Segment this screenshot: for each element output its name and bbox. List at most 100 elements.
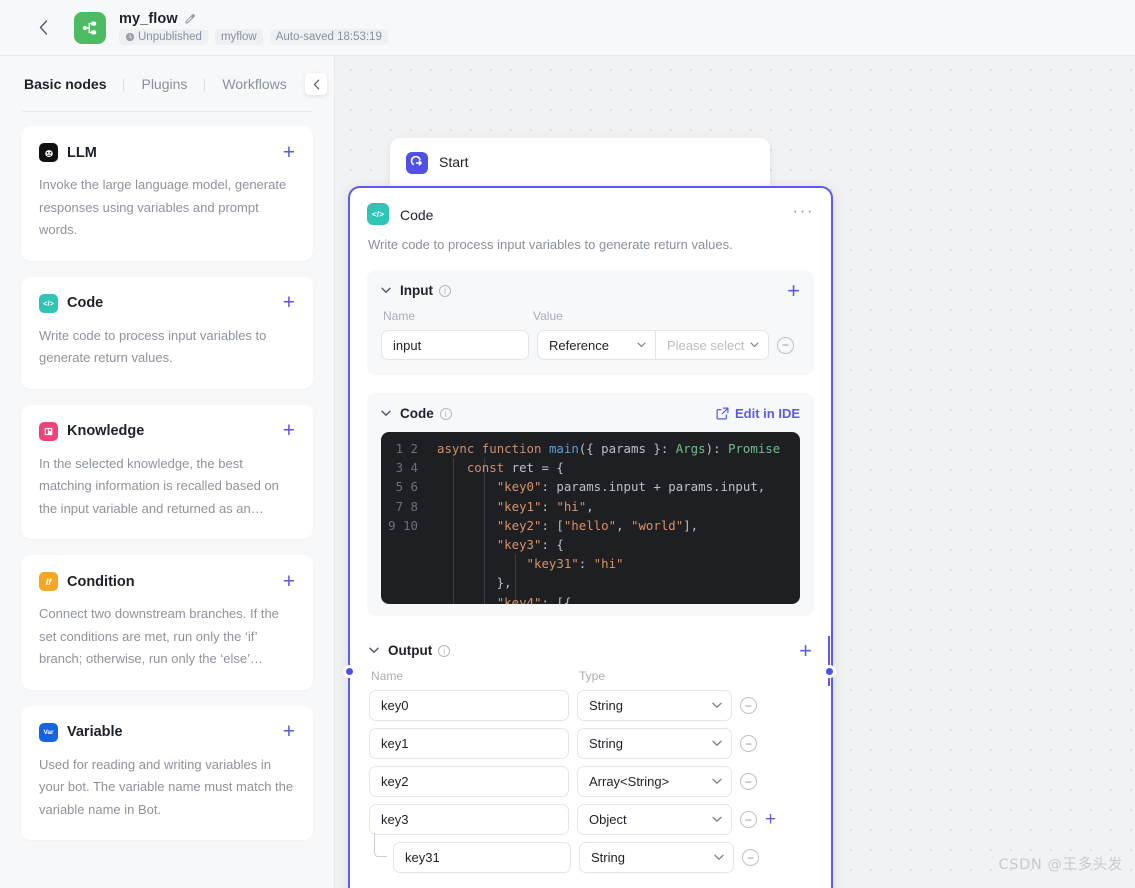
nested-tree-branch-icon xyxy=(374,833,387,857)
flow-meta: my_flow Unpublished myflow Auto-saved 18… xyxy=(119,11,388,45)
flow-title: my_flow xyxy=(119,10,178,27)
input-section-header: Input i + xyxy=(381,279,800,301)
code-node-more-button[interactable]: ··· xyxy=(793,202,814,222)
remove-output-row-button[interactable]: − xyxy=(740,811,757,828)
code-editor[interactable]: 1 2 3 4 5 6 7 8 9 10 async function main… xyxy=(381,432,800,604)
condition-icon: If xyxy=(39,572,58,591)
node-card-header: If Condition + xyxy=(39,571,295,592)
output-row: key3 Object − + xyxy=(369,804,812,835)
add-node-button[interactable]: + xyxy=(283,721,295,742)
node-card-title: Condition xyxy=(67,573,135,590)
workflow-canvas[interactable]: Start </> Code ··· Write code to process… xyxy=(335,56,1135,888)
input-col-value: Value xyxy=(533,309,563,323)
remove-output-row-button[interactable]: − xyxy=(740,735,757,752)
output-row: key0 String − xyxy=(369,690,812,721)
node-card-llm[interactable]: LLM + Invoke the large language model, g… xyxy=(21,126,313,261)
code-node[interactable]: </> Code ··· Write code to process input… xyxy=(348,186,833,888)
output-type-label: String xyxy=(589,698,623,713)
input-value-reference-placeholder: Please select xyxy=(667,337,745,353)
output-row-nested: key31 String − xyxy=(369,833,812,873)
output-name-field[interactable]: key1 xyxy=(369,728,569,759)
chevron-left-icon xyxy=(39,20,47,35)
node-card-title: Variable xyxy=(67,724,123,740)
tab-divider xyxy=(123,77,125,91)
chevron-left-icon xyxy=(313,79,319,89)
output-type-select[interactable]: Array<String> xyxy=(577,766,732,797)
chevron-down-icon[interactable] xyxy=(381,287,392,294)
node-card-description: Connect two downstream branches. If the … xyxy=(39,606,279,666)
input-value-mode-select[interactable]: Reference xyxy=(538,331,656,359)
tab-workflows[interactable]: Workflows xyxy=(220,76,288,92)
node-card-description: In the selected knowledge, the best matc… xyxy=(39,455,279,516)
add-node-button[interactable]: + xyxy=(283,292,295,313)
start-node-title: Start xyxy=(439,154,469,170)
input-value-reference-select[interactable]: Please select xyxy=(656,331,768,359)
node-card-header: LLM + xyxy=(39,142,295,163)
workflow-editor-app: my_flow Unpublished myflow Auto-saved 18… xyxy=(0,0,1135,888)
node-card-description: Used for reading and writing variables i… xyxy=(39,756,294,817)
chevron-down-icon[interactable] xyxy=(381,410,392,417)
add-node-button[interactable]: + xyxy=(283,142,295,163)
add-output-button[interactable]: + xyxy=(799,639,812,661)
output-section-header: Output i + xyxy=(369,639,812,661)
start-arrow-icon xyxy=(410,156,423,166)
tab-basic-nodes[interactable]: Basic nodes xyxy=(22,76,108,92)
output-name-field[interactable]: key2 xyxy=(369,766,569,797)
llm-face-icon xyxy=(44,149,53,157)
node-card-description: Invoke the large language model, generat… xyxy=(39,177,287,237)
node-card-knowledge[interactable]: Knowledge + In the selected knowledge, t… xyxy=(21,404,313,539)
add-node-button[interactable]: + xyxy=(283,571,295,592)
add-input-button[interactable]: + xyxy=(787,279,800,301)
output-type-select[interactable]: String xyxy=(579,842,734,873)
chevron-down-icon xyxy=(750,342,759,348)
remove-output-row-button[interactable]: − xyxy=(740,697,757,714)
output-type-select[interactable]: String xyxy=(577,728,732,759)
input-col-name: Name xyxy=(383,309,416,323)
node-card-title: Knowledge xyxy=(67,423,145,439)
info-icon[interactable]: i xyxy=(439,284,451,297)
collapse-panel-button[interactable] xyxy=(305,73,327,95)
code-node-description: Write code to process input variables to… xyxy=(368,237,733,252)
rename-flow-button[interactable] xyxy=(185,13,196,24)
node-card-condition[interactable]: If Condition + Connect two downstream br… xyxy=(21,555,313,690)
chevron-down-icon[interactable] xyxy=(369,647,380,654)
node-output-port[interactable] xyxy=(823,665,836,678)
add-node-button[interactable]: + xyxy=(283,420,295,441)
node-card-code[interactable]: </> Code + Write code to process input v… xyxy=(21,276,313,389)
input-port-line xyxy=(348,636,350,686)
output-type-select[interactable]: Object xyxy=(577,804,732,835)
info-icon[interactable]: i xyxy=(439,407,452,420)
info-icon[interactable]: i xyxy=(438,644,451,657)
output-type-select[interactable]: String xyxy=(577,690,732,721)
output-row: key1 String − xyxy=(369,728,812,759)
editor-code-text[interactable]: async function main({ params }: Args): P… xyxy=(437,432,800,604)
back-button[interactable] xyxy=(30,15,56,41)
chevron-down-icon xyxy=(712,778,722,784)
node-card-description: Write code to process input variables to… xyxy=(39,327,267,366)
node-input-port[interactable] xyxy=(343,665,356,678)
remove-output-row-button[interactable]: − xyxy=(740,773,757,790)
llm-icon xyxy=(39,143,58,162)
output-section-title: Output xyxy=(388,643,433,658)
chevron-down-icon xyxy=(712,816,722,822)
tabs-underline xyxy=(22,111,312,112)
node-card-list: LLM + Invoke the large language model, g… xyxy=(0,112,334,840)
output-name-field[interactable]: key0 xyxy=(369,690,569,721)
output-name-field[interactable]: key31 xyxy=(393,842,571,873)
output-name-field[interactable]: key3 xyxy=(369,804,569,835)
remove-input-row-button[interactable]: − xyxy=(777,336,794,354)
line-numbers-text: 1 2 3 4 5 6 7 8 9 10 xyxy=(388,441,418,533)
input-name-field[interactable]: input xyxy=(381,330,529,360)
output-type-label: Array<String> xyxy=(589,774,670,789)
status-badge: Unpublished xyxy=(119,28,208,45)
chevron-down-glyph xyxy=(381,287,391,293)
external-edit-icon xyxy=(716,407,729,420)
add-sub-field-button[interactable]: + xyxy=(765,810,776,829)
autosave-status: Auto-saved 18:53:19 xyxy=(269,28,388,45)
flow-name-tag: myflow xyxy=(214,28,263,45)
input-section-title: Input xyxy=(400,283,433,298)
edit-in-ide-button[interactable]: Edit in IDE xyxy=(716,406,800,421)
tab-plugins[interactable]: Plugins xyxy=(139,76,189,92)
remove-output-row-button[interactable]: − xyxy=(742,849,759,866)
node-card-variable[interactable]: Var Variable + Used for reading and writ… xyxy=(21,705,313,840)
